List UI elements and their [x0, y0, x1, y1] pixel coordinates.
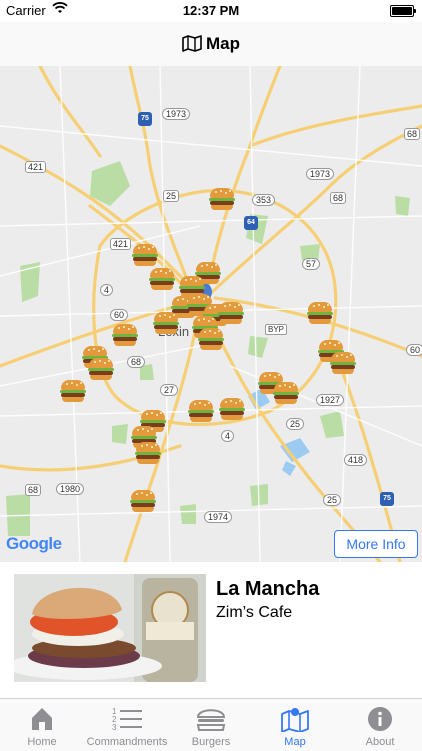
route-label: 418	[344, 454, 368, 466]
burger-marker[interactable]	[218, 302, 244, 324]
burger-marker[interactable]	[198, 328, 224, 350]
burger-marker[interactable]	[307, 302, 333, 324]
svg-text:3: 3	[112, 723, 117, 732]
place-subtitle: Zim’s Cafe	[216, 604, 293, 621]
burger-marker[interactable]	[188, 400, 214, 422]
burger-marker[interactable]	[273, 382, 299, 404]
route-label: 4	[100, 284, 114, 296]
map-view[interactable]: 75 1973 68 421 25 353 1973 68 64 421 57 …	[0, 66, 422, 562]
burger-marker[interactable]	[130, 490, 156, 512]
route-label: 57	[302, 258, 321, 270]
status-bar: Carrier 12:37 PM	[0, 0, 422, 22]
place-name: La Mancha	[216, 578, 320, 600]
burger-icon	[196, 706, 226, 735]
route-label: 421	[25, 161, 47, 173]
burger-marker[interactable]	[209, 188, 235, 210]
tab-label: Map	[284, 736, 306, 748]
tab-commandments[interactable]: 123 Commandments	[84, 699, 170, 751]
more-info-button[interactable]: More Info	[334, 530, 418, 558]
route-label: 75	[383, 495, 391, 502]
page-title: Map	[0, 34, 422, 54]
map-icon	[280, 706, 310, 735]
burger-marker[interactable]	[219, 398, 245, 420]
burger-marker[interactable]	[60, 380, 86, 402]
route-label: 25	[163, 190, 180, 202]
tab-label: Commandments	[86, 736, 168, 748]
route-label: 1927	[316, 394, 345, 406]
route-label: 75	[141, 115, 149, 122]
burger-marker[interactable]	[112, 324, 138, 346]
tab-map[interactable]: Map	[252, 699, 338, 751]
tab-home[interactable]: Home	[0, 699, 84, 751]
route-label: 4	[221, 430, 235, 442]
route-label: 1973	[306, 168, 335, 180]
clock: 12:37 PM	[182, 3, 240, 18]
tab-label: Home	[27, 736, 57, 748]
route-label: 68	[25, 484, 42, 496]
burger-photo	[14, 574, 206, 682]
route-label: 421	[110, 238, 132, 250]
burger-marker[interactable]	[153, 312, 179, 334]
navigation-bar: Map	[0, 22, 422, 67]
route-label: BYP	[265, 324, 288, 335]
burger-marker[interactable]	[149, 268, 175, 290]
burger-marker[interactable]	[132, 244, 158, 266]
route-label: 68	[330, 192, 347, 204]
google-logo: Google	[6, 534, 62, 553]
tab-bar: Home 123 Commandments Burgers Map About	[0, 698, 422, 751]
route-label: 1974	[204, 511, 233, 523]
battery-icon	[390, 5, 416, 17]
route-label: 64	[247, 219, 255, 226]
route-label: 353	[252, 194, 276, 206]
burger-marker[interactable]	[135, 442, 161, 464]
tab-about[interactable]: About	[338, 699, 422, 751]
list-icon: 123	[112, 706, 142, 735]
tab-label: Burgers	[191, 736, 231, 748]
home-icon	[30, 706, 54, 735]
route-label: 25	[286, 418, 305, 430]
route-label: 1980	[56, 483, 85, 495]
route-label: 68	[127, 356, 146, 368]
route-label: 60	[110, 309, 129, 321]
burger-marker[interactable]	[330, 352, 356, 374]
place-detail-card[interactable]: La Mancha Zim’s Cafe	[0, 562, 422, 698]
tab-burgers[interactable]: Burgers	[170, 699, 252, 751]
route-label: 68	[404, 128, 421, 140]
route-label: 60	[406, 344, 422, 356]
map-icon	[182, 35, 202, 52]
info-icon	[367, 706, 393, 735]
route-label: 27	[160, 384, 179, 396]
route-label: 1973	[162, 108, 191, 120]
burger-marker[interactable]	[88, 358, 114, 380]
tab-label: About	[365, 736, 395, 748]
route-label: 25	[323, 494, 342, 506]
page-title-text: Map	[206, 34, 240, 53]
